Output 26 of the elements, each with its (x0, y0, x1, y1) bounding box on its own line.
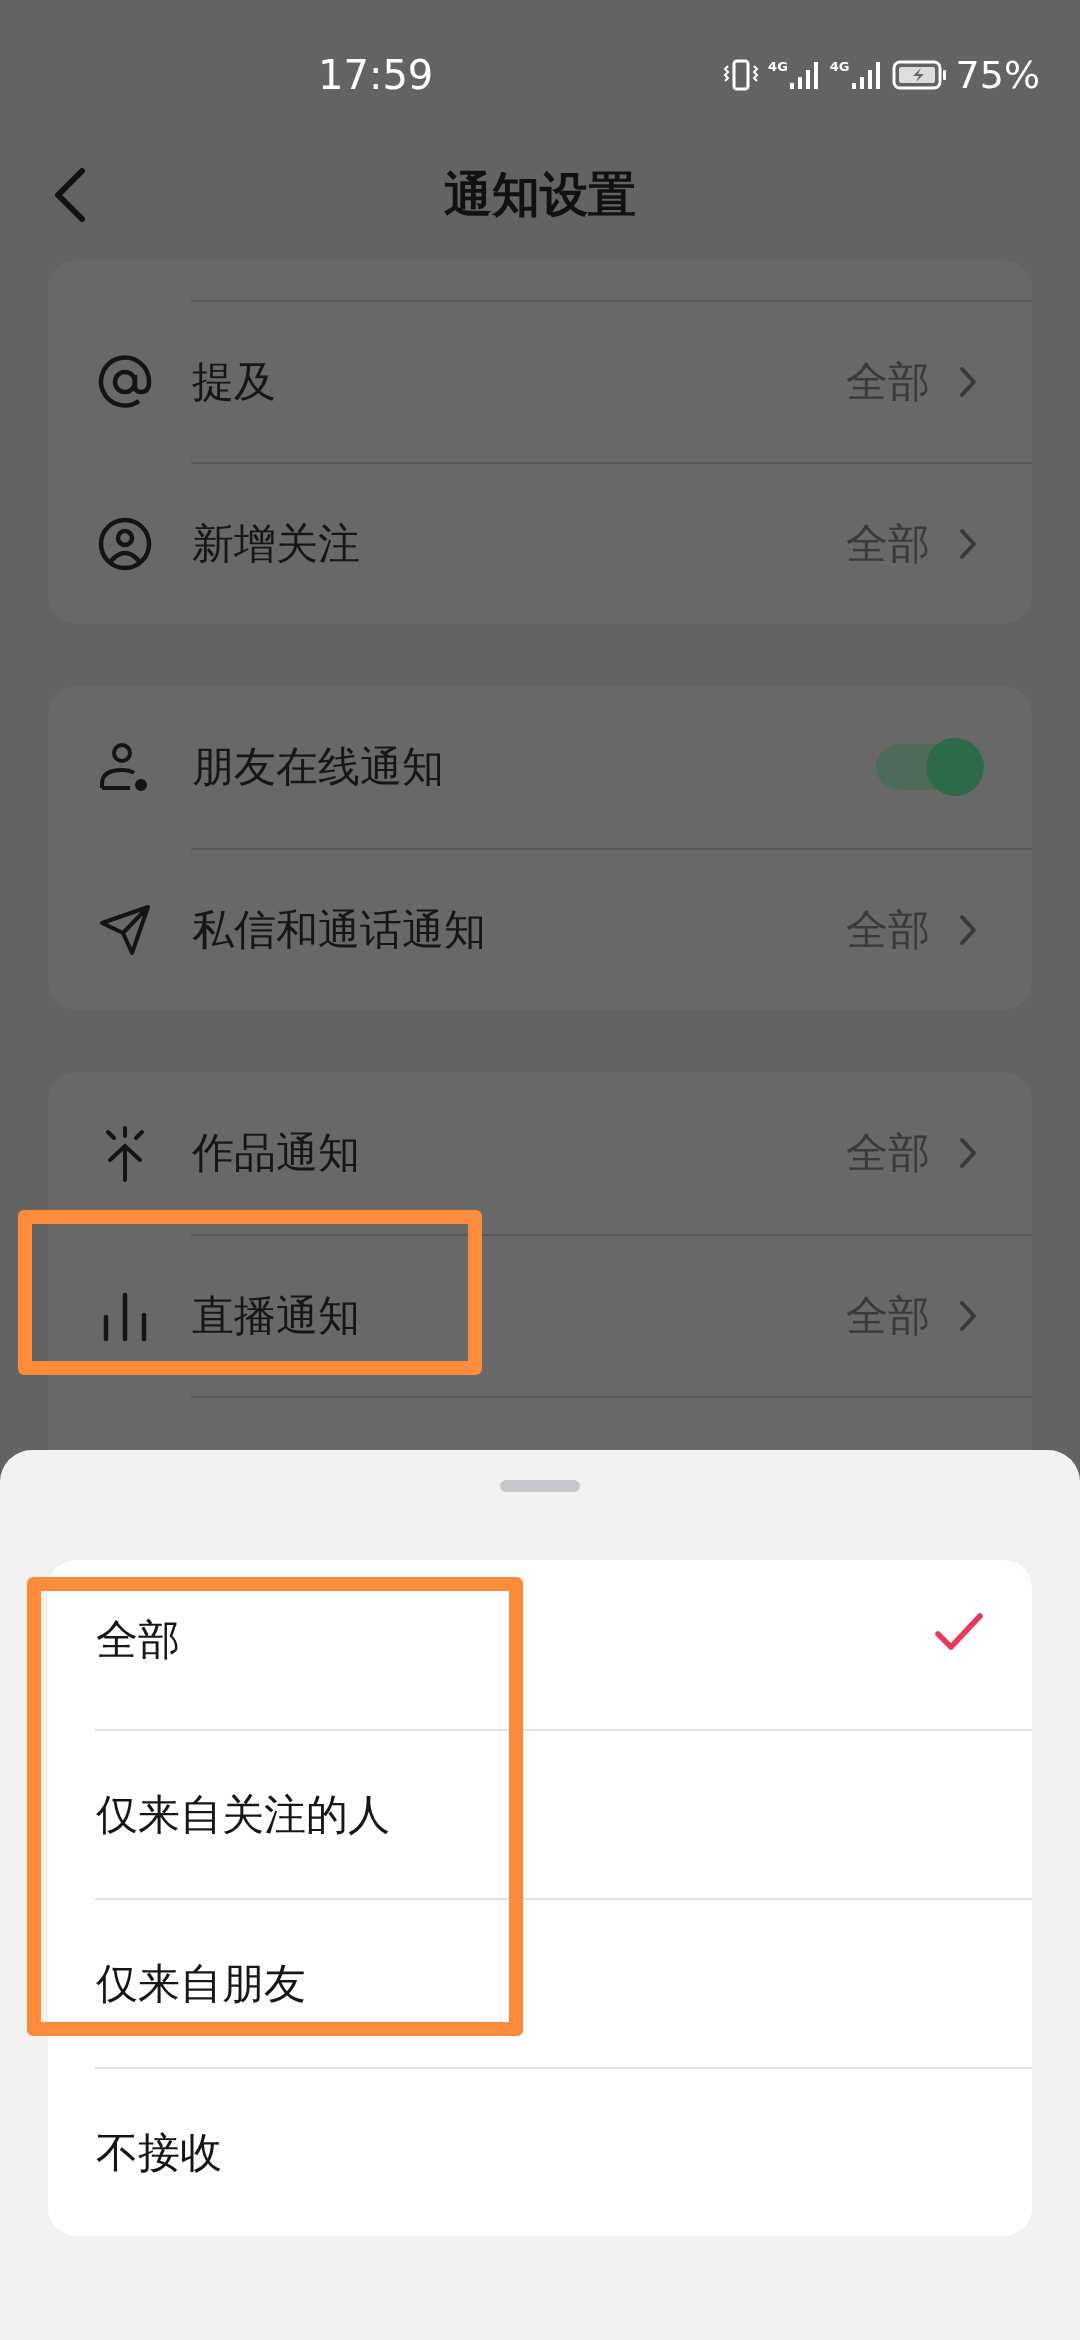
chevron-right-icon[interactable] (958, 365, 978, 399)
option-item[interactable]: 全部 (48, 1560, 1032, 1729)
chevron-right-icon[interactable] (958, 1299, 978, 1333)
battery-charging-icon (891, 59, 948, 91)
setting-label: 私信和通话通知 (192, 904, 486, 956)
page-title: 通知设置 (444, 165, 636, 224)
back-icon[interactable] (52, 167, 88, 223)
chevron-right-icon[interactable] (958, 1136, 978, 1170)
network-type: 4G (829, 59, 850, 74)
setting-label: 朋友在线通知 (192, 741, 444, 793)
battery-level: 75% (955, 53, 1040, 97)
setting-label: 作品通知 (192, 1127, 360, 1179)
option-item[interactable]: 仅来自朋友 (48, 1898, 1032, 2067)
setting-label: 新增关注 (192, 518, 360, 570)
checkmark-icon (934, 1612, 984, 1652)
at-icon (96, 353, 154, 411)
drag-handle[interactable] (500, 1480, 580, 1492)
setting-label: 提及 (192, 356, 276, 408)
chevron-right-icon[interactable] (958, 527, 978, 561)
person-circle-icon (96, 515, 154, 573)
network-type: 4G (768, 59, 788, 74)
chevron-right-icon[interactable] (958, 913, 978, 947)
setting-label: 直播通知 (192, 1290, 360, 1342)
option-item[interactable]: 仅来自关注的人 (48, 1729, 1032, 1898)
option-item[interactable]: 不接收 (48, 2067, 1032, 2236)
status-time: 17:59 (318, 52, 434, 98)
